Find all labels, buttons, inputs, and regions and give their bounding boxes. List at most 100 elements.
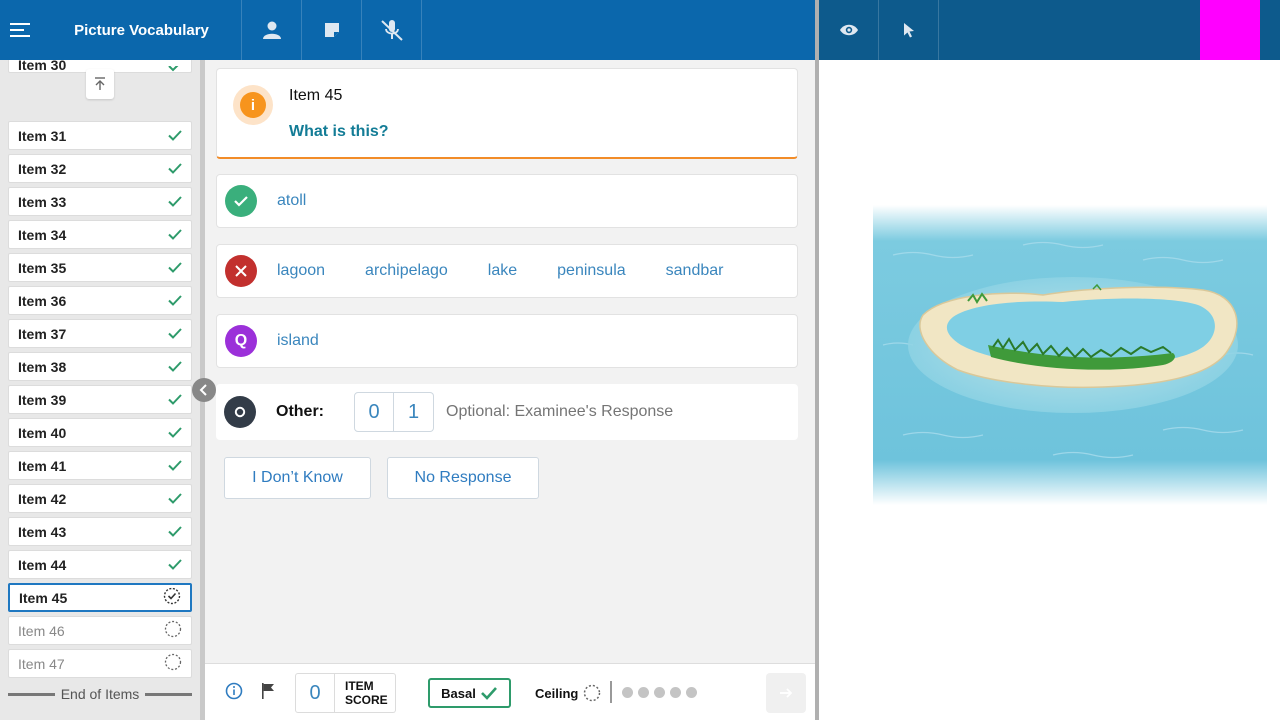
sidebar-item[interactable]: Item 44 bbox=[8, 550, 192, 579]
preview-button[interactable] bbox=[819, 0, 879, 60]
response-option-correct[interactable]: atoll bbox=[277, 192, 306, 210]
divider-line bbox=[8, 692, 55, 696]
sidebar-item-label: Item 39 bbox=[18, 391, 67, 408]
dont-know-button[interactable]: I Don’t Know bbox=[224, 457, 371, 499]
sidebar-item[interactable]: Item 46 bbox=[8, 616, 192, 645]
sidebar-item-label: Item 36 bbox=[18, 292, 67, 309]
pointer-icon bbox=[903, 23, 914, 38]
info-badge: i bbox=[233, 85, 273, 125]
sidebar-item[interactable]: Item 47 bbox=[8, 649, 192, 678]
person-icon bbox=[262, 21, 281, 39]
basal-status: Basal bbox=[428, 678, 511, 708]
menu-button[interactable] bbox=[0, 0, 42, 60]
sidebar-item-label: Item 47 bbox=[18, 655, 65, 672]
item-info-button[interactable] bbox=[225, 682, 243, 705]
question-card: i Item 45 What is this? bbox=[216, 68, 798, 159]
mute-mic-button[interactable] bbox=[362, 0, 422, 60]
sidebar-item[interactable]: Item 40 bbox=[8, 418, 192, 447]
sidebar-item[interactable]: Item 33 bbox=[8, 187, 192, 216]
sidebar-item-label: Item 45 bbox=[19, 589, 68, 606]
check-icon bbox=[168, 260, 182, 276]
sidebar-item-label: Item 31 bbox=[18, 127, 67, 144]
arrow-right-icon bbox=[780, 688, 793, 698]
ceiling-progress-dot bbox=[686, 687, 697, 698]
pointer-button[interactable] bbox=[879, 0, 939, 60]
ceiling-progress-dot bbox=[622, 687, 633, 698]
next-item-button[interactable] bbox=[766, 673, 806, 713]
pending-dashed-circle-icon bbox=[584, 684, 601, 702]
sidebar-item[interactable]: Item 43 bbox=[8, 517, 192, 546]
query-responses-row: Q island bbox=[216, 314, 798, 368]
sidebar-item[interactable]: Item 39 bbox=[8, 385, 192, 414]
flag-icon bbox=[262, 683, 274, 699]
score-0-button[interactable]: 0 bbox=[354, 392, 394, 432]
response-option-incorrect[interactable]: lagoon bbox=[277, 262, 325, 280]
examinee-button[interactable] bbox=[242, 0, 302, 60]
info-circle-icon bbox=[225, 682, 243, 700]
check-icon bbox=[168, 66, 179, 72]
question-prompt: What is this? bbox=[289, 123, 389, 140]
sidebar-item-label: Item 35 bbox=[18, 259, 67, 276]
other-response-row: Other: 0 1 bbox=[216, 384, 798, 440]
ceiling-separator bbox=[610, 681, 612, 703]
response-option-incorrect[interactable]: archipelago bbox=[365, 262, 448, 280]
mic-off-icon bbox=[380, 20, 403, 41]
app-title: Picture Vocabulary bbox=[42, 0, 242, 60]
sidebar-item[interactable]: Item 41 bbox=[8, 451, 192, 480]
scroll-to-top-button[interactable] bbox=[86, 69, 114, 99]
menu-icon bbox=[10, 23, 30, 37]
response-option-incorrect[interactable]: lake bbox=[488, 262, 517, 280]
check-icon bbox=[168, 359, 182, 375]
check-icon bbox=[168, 458, 182, 474]
examinee-toolbar bbox=[819, 0, 1280, 60]
check-icon bbox=[168, 227, 182, 243]
sidebar-item-label: Item 42 bbox=[18, 490, 67, 507]
divider-line bbox=[145, 692, 192, 696]
score-1-button[interactable]: 1 bbox=[394, 392, 434, 432]
response-option-incorrect[interactable]: peninsula bbox=[557, 262, 626, 280]
sidebar-item[interactable]: Item 45 bbox=[8, 583, 192, 612]
sidebar-item[interactable]: Item 36 bbox=[8, 286, 192, 315]
basal-label: Basal bbox=[441, 685, 476, 701]
incorrect-responses-row: lagoon archipelago lake peninsula sandba… bbox=[216, 244, 798, 298]
other-o-icon bbox=[224, 396, 256, 428]
ceiling-progress-dot bbox=[654, 687, 665, 698]
item-score-label: ITEM SCORE bbox=[335, 673, 396, 713]
response-option-incorrect[interactable]: sandbar bbox=[666, 262, 724, 280]
correct-check-icon bbox=[225, 185, 257, 217]
bottom-bar: 0 ITEM SCORE Basal Ceiling bbox=[205, 663, 815, 720]
sidebar-item-label: Item 33 bbox=[18, 193, 67, 210]
sidebar-item[interactable]: Item 34 bbox=[8, 220, 192, 249]
sidebar-item-label: Item 37 bbox=[18, 325, 67, 342]
check-icon bbox=[168, 491, 182, 507]
item-title: Item 45 bbox=[289, 87, 343, 104]
sidebar-item[interactable]: Item 35 bbox=[8, 253, 192, 282]
arrow-up-to-line-icon bbox=[95, 77, 105, 90]
note-icon bbox=[324, 23, 339, 37]
sidebar-item-label: Item 38 bbox=[18, 358, 67, 375]
sidebar-item[interactable]: Item 42 bbox=[8, 484, 192, 513]
check-icon bbox=[168, 194, 182, 210]
response-option-query[interactable]: island bbox=[277, 332, 319, 350]
notes-button[interactable] bbox=[302, 0, 362, 60]
item-content: i Item 45 What is this? atoll lagoon arc… bbox=[205, 60, 815, 660]
end-of-items: End of Items bbox=[8, 686, 192, 702]
query-q-icon: Q bbox=[225, 325, 257, 357]
sidebar-item[interactable]: Item 31 bbox=[8, 121, 192, 150]
flag-button[interactable] bbox=[260, 682, 276, 705]
ceiling-label: Ceiling bbox=[535, 685, 579, 701]
sidebar-item-label: Item 41 bbox=[18, 457, 67, 474]
sidebar-item-label: Item 30 bbox=[18, 60, 67, 73]
sidebar-item[interactable]: Item 38 bbox=[8, 352, 192, 381]
sidebar-item-label: Item 44 bbox=[18, 556, 67, 573]
stimulus-panel bbox=[819, 60, 1280, 720]
no-response-button[interactable]: No Response bbox=[387, 457, 539, 499]
check-icon bbox=[168, 557, 182, 573]
check-icon bbox=[168, 128, 182, 144]
sidebar-item[interactable]: Item 37 bbox=[8, 319, 192, 348]
check-icon bbox=[168, 524, 182, 540]
examinee-response-input[interactable] bbox=[446, 403, 746, 421]
other-label: Other: bbox=[276, 403, 324, 420]
top-toolbar: Picture Vocabulary bbox=[0, 0, 815, 60]
sidebar-item[interactable]: Item 32 bbox=[8, 154, 192, 183]
